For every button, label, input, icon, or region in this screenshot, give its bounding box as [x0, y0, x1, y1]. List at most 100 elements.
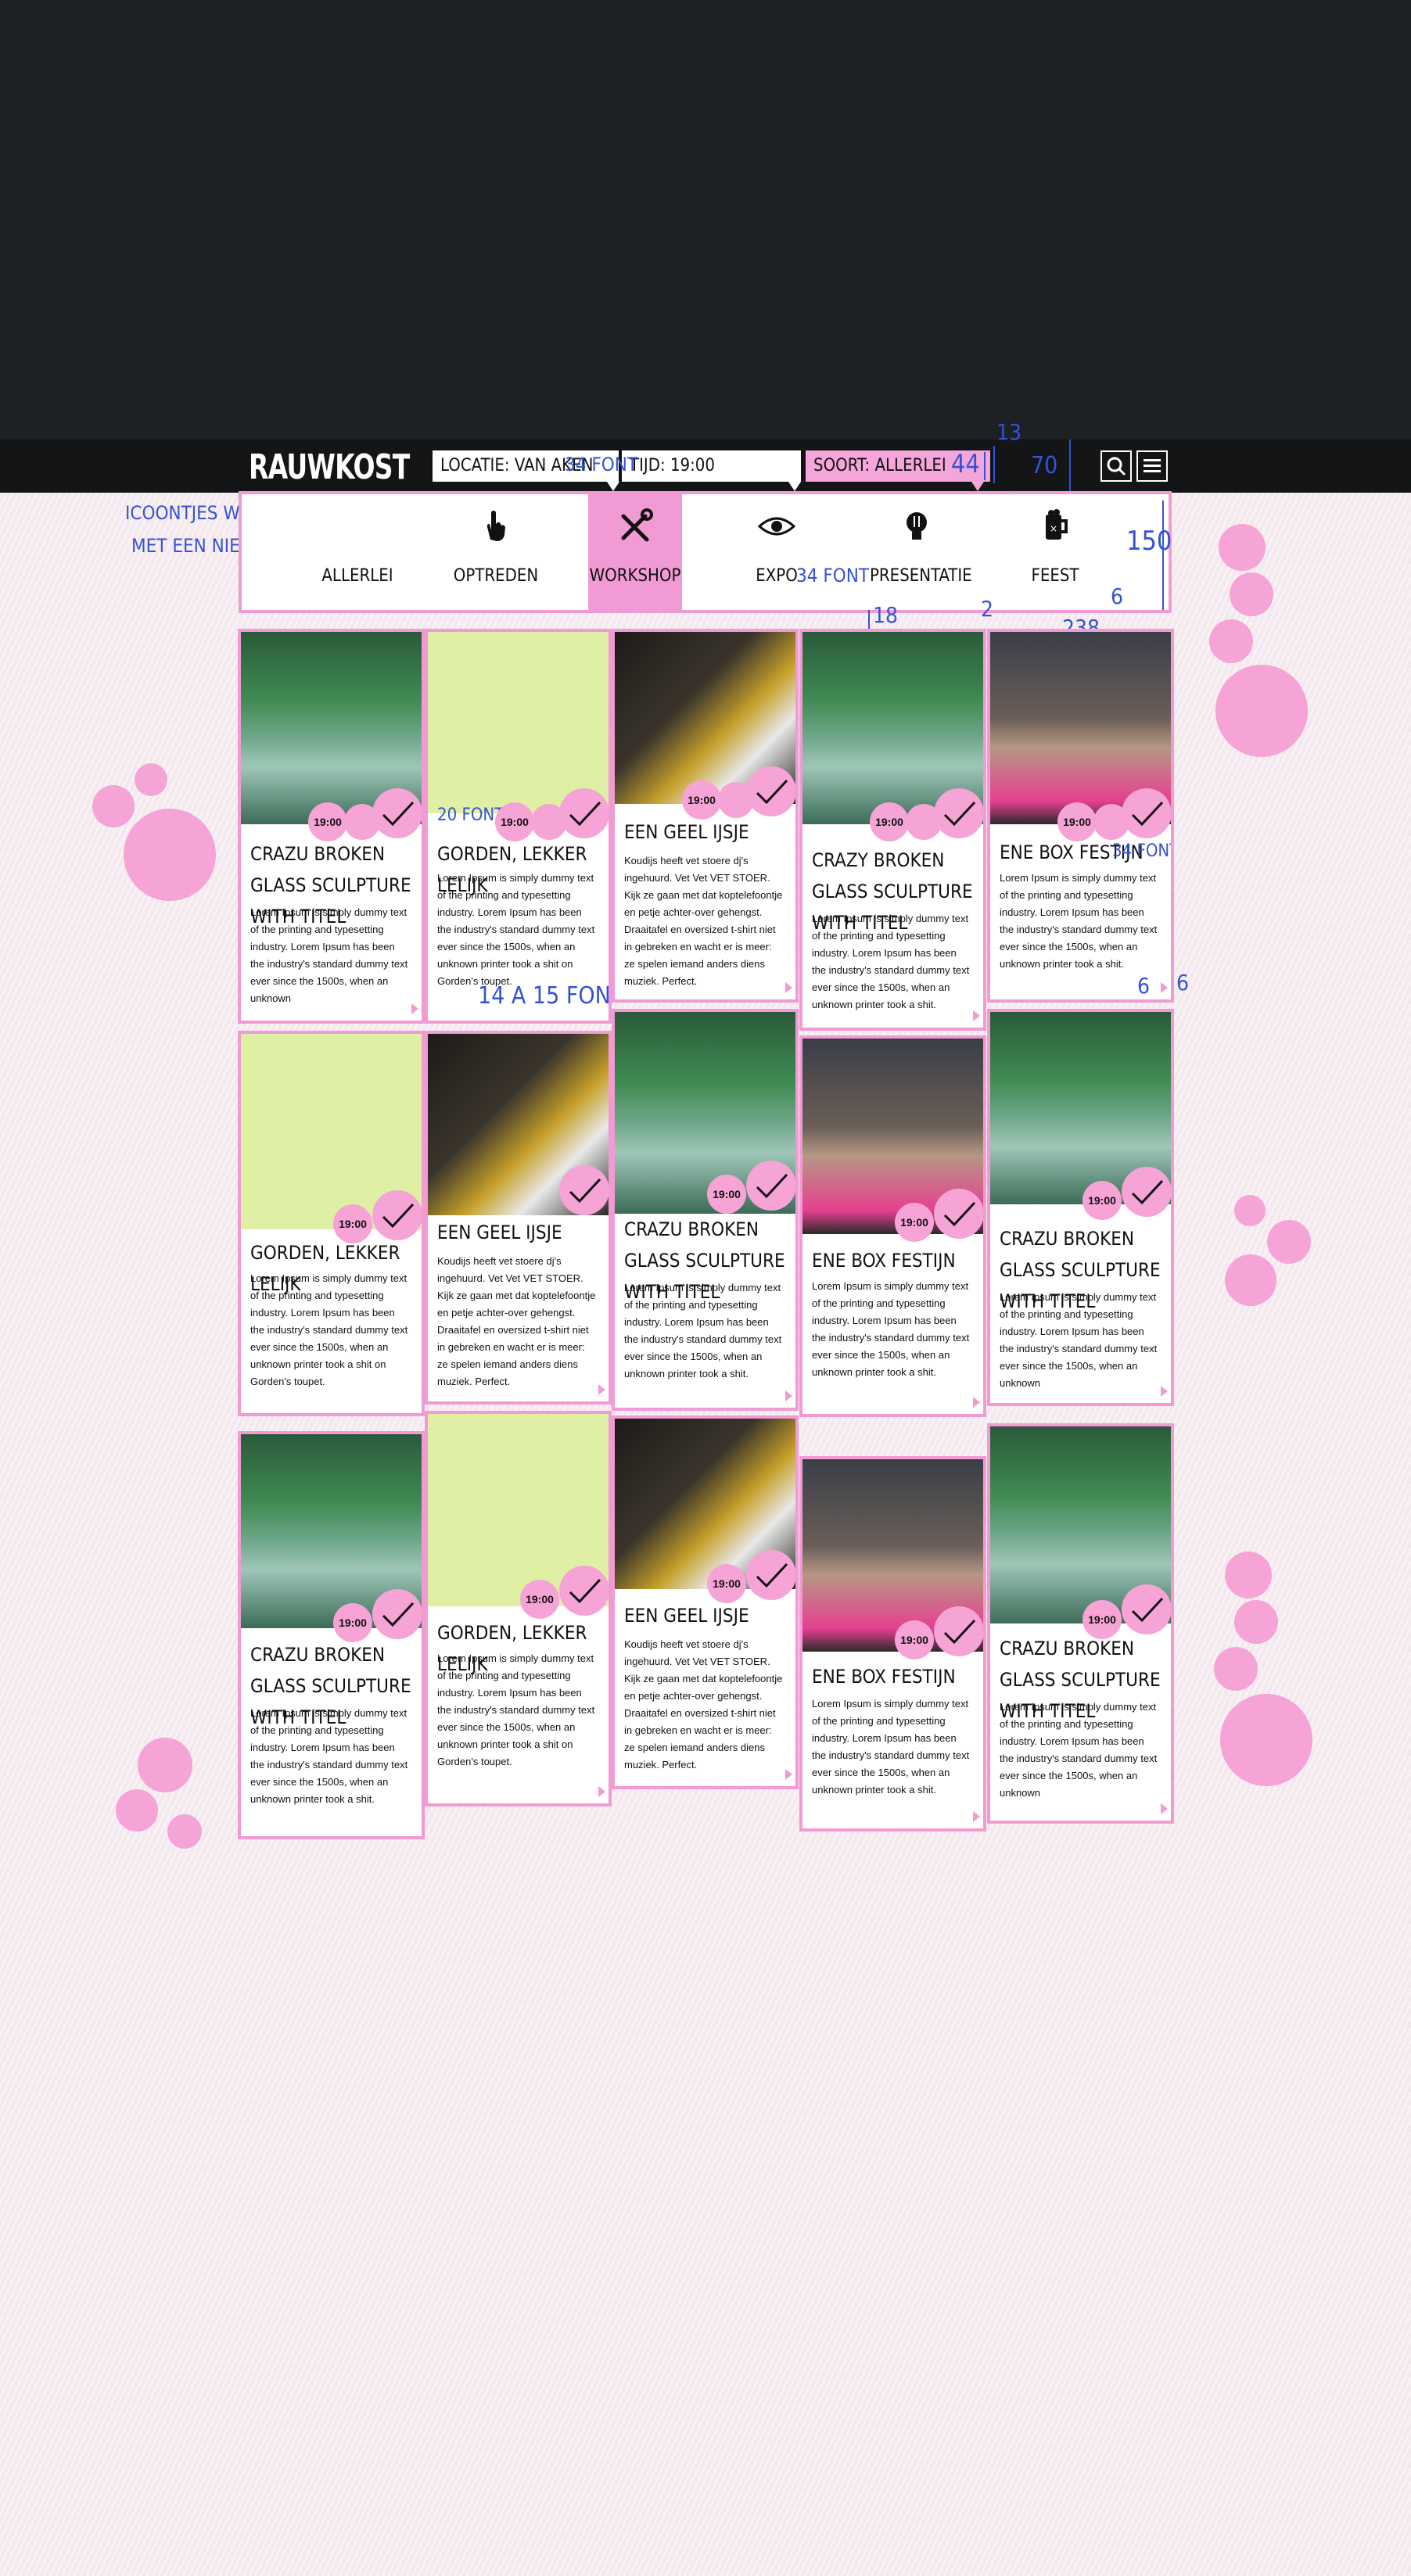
event-card[interactable]: EEN GEEL IJSJE Koudijs heeft vet stoere …	[425, 1031, 612, 1405]
category-expo[interactable]: EXPO	[730, 494, 824, 612]
more-arrow-icon[interactable]	[973, 1010, 980, 1021]
mascot-bubble-icon	[116, 1789, 158, 1832]
hand-icon	[486, 511, 505, 541]
event-card[interactable]: 19:00 EEN GEEL IJSJE Koudijs heeft vet s…	[612, 1415, 799, 1789]
mascot-bubble-icon	[1215, 665, 1308, 757]
category-label: PRESENTATIE	[870, 566, 972, 586]
beer-icon: ×	[1046, 509, 1068, 540]
time-filter[interactable]: TIJD: 19:00	[620, 449, 802, 483]
beer-bubble-icon	[1225, 1552, 1272, 1598]
event-title: ENE BOX FESTIJN	[812, 1250, 956, 1272]
event-description: Lorem Ipsum is simply dummy text of the …	[437, 872, 595, 987]
category-optreden[interactable]: OPTREDEN	[449, 494, 543, 612]
time-badge: 19:00	[1057, 802, 1097, 841]
event-card[interactable]: 19:00 ENE BOX FESTIJN Lorem Ipsum is sim…	[799, 1035, 986, 1417]
event-description: Lorem Ipsum is simply dummy text of the …	[250, 1272, 408, 1387]
checkmark-icon[interactable]	[559, 1165, 609, 1215]
event-description: Lorem Ipsum is simply dummy text of the …	[812, 1280, 970, 1378]
event-card[interactable]: 19:00 ENE BOX FESTIJN Lorem Ipsum is sim…	[799, 1456, 986, 1832]
more-arrow-icon[interactable]	[411, 1003, 418, 1014]
type-filter-tip	[971, 482, 984, 491]
more-arrow-icon[interactable]	[1161, 1803, 1168, 1814]
event-card[interactable]: 19:00 EEN GEEL IJSJE Koudijs heeft vet s…	[612, 629, 799, 1003]
event-card[interactable]: 19:00 CRAZU BROKEN GLASS SCULPTURE WITH …	[987, 1423, 1174, 1824]
category-presentatie[interactable]: PRESENTATIE	[870, 494, 972, 612]
search-icon	[1107, 457, 1126, 476]
more-arrow-icon[interactable]	[785, 1390, 792, 1401]
category-feest[interactable]: × FEEST	[1008, 494, 1102, 612]
type-filter-label: SOORT: ALLERLEI	[813, 456, 946, 475]
checkmark-icon[interactable]	[372, 1190, 422, 1240]
event-photo	[428, 632, 609, 813]
spec-70: 70	[1031, 452, 1058, 479]
spec-150: 150	[1126, 526, 1172, 557]
mascot-bubble-icon	[124, 809, 216, 901]
spec-line	[993, 446, 995, 483]
checkmark-icon[interactable]	[559, 788, 609, 838]
event-card[interactable]: 19:00 CRAZY BROKEN GLASS SCULPTURE WITH …	[799, 629, 986, 1031]
time-badge: 19:00	[333, 1603, 372, 1642]
checkmark-icon[interactable]	[1122, 788, 1171, 838]
spec-font34-a: 34 FONT	[565, 454, 638, 475]
checkmark-icon[interactable]	[934, 788, 983, 838]
checkmark-icon[interactable]	[746, 766, 795, 816]
spec-6-c: 6	[1176, 970, 1190, 996]
mascot-bubble-icon	[138, 1738, 192, 1792]
event-card[interactable]: 19:00 CRAZU BROKEN GLASS SCULPTURE WITH …	[238, 1431, 425, 1839]
event-title: ENE BOX FESTIJN	[812, 1666, 956, 1688]
spec-6-b: 6	[1137, 973, 1151, 999]
more-arrow-icon[interactable]	[973, 1811, 980, 1822]
search-button[interactable]	[1100, 450, 1132, 482]
event-description: Lorem Ipsum is simply dummy text of the …	[812, 1698, 970, 1796]
spec-6-a: 6	[1111, 583, 1124, 609]
event-card[interactable]: 19:00 GORDEN, LEKKER LELIJK Lorem Ipsum …	[425, 1411, 612, 1806]
event-card[interactable]: 19:00 CRAZU BROKEN GLASS SCULPTURE WITH …	[987, 1009, 1174, 1406]
time-badge: 19:00	[495, 802, 534, 841]
mascot-bubble-icon	[1234, 1195, 1266, 1226]
category-label: OPTREDEN	[453, 566, 539, 586]
more-arrow-icon[interactable]	[785, 982, 792, 993]
checkmark-icon[interactable]	[934, 1189, 983, 1239]
event-description: Koudijs heeft vet stoere dj's ingehuurd.…	[437, 1255, 596, 1387]
checkmark-icon[interactable]	[559, 1566, 609, 1616]
hero-banner	[0, 0, 1411, 439]
more-arrow-icon[interactable]	[598, 1786, 605, 1797]
checkmark-icon[interactable]	[1122, 1584, 1171, 1634]
more-arrow-icon[interactable]	[973, 1397, 980, 1408]
category-allerlei[interactable]: ALLERLEI	[311, 494, 404, 612]
category-label: ALLERLEI	[321, 566, 393, 586]
event-card[interactable]: 20 FONT 19:00 GORDEN, LEKKER LELIJK Lore…	[425, 629, 612, 1024]
svg-text:×: ×	[1050, 523, 1057, 534]
category-workshop[interactable]: WORKSHOP	[588, 494, 682, 612]
hand-bubble-icon	[1234, 1600, 1278, 1644]
event-card[interactable]: 19:00 CRAZU BROKEN GLASS SCULPTURE WITH …	[612, 1009, 799, 1411]
event-card[interactable]: 19:00 ENE BOX FESTIJN 34 FONT Lorem Ipsu…	[987, 629, 1174, 1003]
category-label: FEEST	[1031, 566, 1079, 586]
checkmark-icon[interactable]	[1122, 1167, 1171, 1217]
logo[interactable]: RAUWKOST	[249, 446, 410, 490]
hamburger-icon	[1144, 459, 1161, 472]
eye-icon	[757, 517, 796, 536]
checkmark-icon[interactable]	[934, 1606, 983, 1656]
checkmark-icon[interactable]	[746, 1550, 795, 1600]
event-title: EEN GEEL IJSJE	[624, 821, 749, 843]
more-arrow-icon[interactable]	[1161, 982, 1168, 993]
category-label: WORKSHOP	[589, 566, 681, 586]
checkmark-icon[interactable]	[746, 1161, 795, 1211]
lightbulb-bubble-icon	[1209, 619, 1253, 663]
menu-button[interactable]	[1136, 450, 1168, 482]
time-badge: 19:00	[682, 780, 721, 820]
event-title: ENE BOX FESTIJN	[1000, 841, 1144, 863]
event-card[interactable]: 19:00 GORDEN, LEKKER LELIJK Lorem Ipsum …	[238, 1031, 425, 1416]
more-arrow-icon[interactable]	[598, 1384, 605, 1395]
more-arrow-icon[interactable]	[1161, 1386, 1168, 1397]
time-badge: 19:00	[895, 1203, 934, 1242]
checkmark-icon[interactable]	[372, 1589, 422, 1639]
event-card[interactable]: 19:00 CRAZU BROKEN GLASS SCULPTURE WITH …	[238, 629, 425, 1024]
spec-font14: 14 A 15 FONT	[478, 982, 612, 1010]
checkmark-icon[interactable]	[372, 788, 422, 838]
time-badge: 19:00	[520, 1580, 559, 1619]
more-arrow-icon[interactable]	[785, 1769, 792, 1780]
time-badge: 19:00	[308, 802, 347, 841]
event-description: Lorem Ipsum is simply dummy text of the …	[624, 1282, 782, 1379]
